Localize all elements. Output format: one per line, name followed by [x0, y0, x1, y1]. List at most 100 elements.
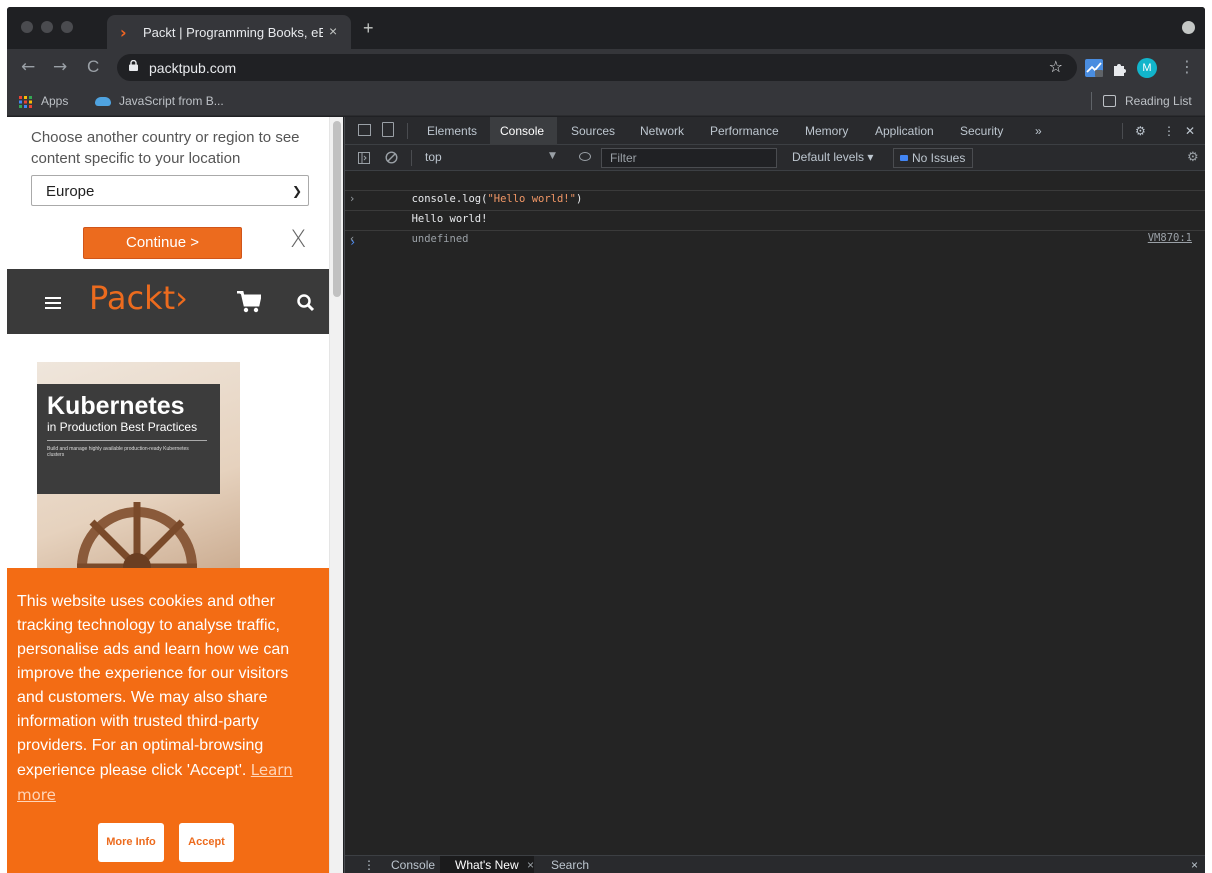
console-output: › console.log("Hello world!") Hello world… — [345, 171, 1205, 855]
issues-label: No Issues — [912, 151, 966, 165]
packt-favicon: › — [120, 23, 127, 42]
issues-message-icon — [900, 155, 908, 161]
apps-grid-icon[interactable] — [19, 96, 33, 108]
cart-icon[interactable] — [237, 291, 261, 313]
tab-elements[interactable]: Elements — [427, 124, 477, 138]
drawer-close-icon[interactable]: × — [1191, 858, 1198, 872]
region-select-value: Europe — [46, 183, 95, 200]
toolbar-divider — [1122, 123, 1123, 139]
issues-button[interactable]: No Issues — [893, 148, 973, 168]
source-link[interactable]: VM870:1 — [1148, 229, 1192, 248]
device-toolbar-icon[interactable] — [382, 122, 394, 137]
book-cover[interactable]: Kubernetes in Production Best Practices … — [37, 362, 240, 582]
tab-close-icon[interactable]: × — [329, 23, 337, 39]
drawer-menu-icon[interactable]: ⋮ — [363, 858, 375, 872]
new-tab-button[interactable]: + — [363, 18, 374, 39]
hamburger-menu-icon[interactable] — [45, 297, 61, 309]
book-title: Kubernetes — [47, 392, 185, 420]
drawer-tab-whats-new[interactable]: What's New — [455, 858, 519, 872]
more-info-button[interactable]: More Info — [98, 823, 164, 862]
cookie-message-text: This website uses cookies and other trac… — [17, 593, 290, 779]
cookie-message: This website uses cookies and other trac… — [17, 590, 317, 808]
drawer-tab-console[interactable]: Console — [391, 858, 435, 872]
cookie-banner: This website uses cookies and other trac… — [7, 568, 329, 873]
web-page: Choose another country or region to see … — [7, 117, 343, 873]
console-toolbar: top ▼ Filter Default levels ▾ No Issues … — [345, 145, 1205, 171]
console-settings-gear-icon[interactable]: ⚙ — [1187, 150, 1199, 165]
region-close-button[interactable]: X — [290, 225, 306, 253]
bookmark-star-icon[interactable]: ☆ — [1049, 57, 1063, 76]
accept-button[interactable]: Accept — [179, 823, 234, 862]
log-levels-dropdown[interactable]: Default levels ▾ — [792, 150, 873, 164]
maximize-window-button[interactable] — [61, 21, 73, 33]
book-divider — [47, 440, 207, 441]
console-filter-input[interactable]: Filter — [601, 148, 777, 168]
tab-sources[interactable]: Sources — [571, 124, 615, 138]
context-select[interactable]: top — [425, 150, 442, 164]
toolbar-divider — [411, 150, 412, 166]
search-icon[interactable] — [297, 294, 315, 312]
tab-network[interactable]: Network — [640, 124, 684, 138]
cloud-icon — [95, 97, 111, 106]
tab-memory[interactable]: Memory — [805, 124, 848, 138]
drawer-tab-close-icon[interactable]: × — [527, 858, 534, 872]
region-prompt: Choose another country or region to see … — [31, 129, 300, 167]
bookmark-apps[interactable]: Apps — [41, 94, 68, 108]
tab-console[interactable]: Console — [500, 124, 544, 138]
url-text: packtpub.com — [149, 60, 237, 76]
console-prompt[interactable]: › — [349, 235, 356, 249]
scrollbar-thumb[interactable] — [333, 121, 341, 297]
tab-search-icon[interactable] — [1182, 21, 1195, 34]
extensions-puzzle-icon[interactable] — [1111, 59, 1129, 77]
more-tabs-button[interactable]: » — [1035, 124, 1042, 138]
reading-list-button[interactable]: Reading List — [1125, 94, 1192, 108]
chevron-down-icon: ❯ — [291, 184, 302, 198]
bookmark-javascript[interactable]: JavaScript from B... — [119, 94, 224, 108]
continue-button[interactable]: Continue > — [83, 227, 242, 259]
toolbar-divider — [407, 123, 408, 139]
console-input-line: › console.log("Hello world!") — [345, 171, 1205, 205]
profile-avatar[interactable]: M — [1137, 58, 1157, 78]
chart-extension-icon[interactable] — [1085, 59, 1103, 77]
drawer-tab-search[interactable]: Search — [551, 858, 589, 872]
close-window-button[interactable] — [21, 21, 33, 33]
back-button[interactable]: ← — [21, 57, 35, 77]
book-description: Build and manage highly available produc… — [47, 446, 189, 458]
site-header: Packt› — [7, 269, 329, 334]
devtools-menu-icon[interactable]: ⋮ — [1163, 124, 1175, 138]
tab-strip: › Packt | Programming Books, eBooks & Vi… — [7, 7, 1205, 49]
minimize-window-button[interactable] — [41, 21, 53, 33]
tab-performance[interactable]: Performance — [710, 124, 779, 138]
devtools-panel: Elements Console Sources Network Perform… — [344, 117, 1205, 873]
inspect-element-icon[interactable] — [358, 124, 371, 136]
tab-application[interactable]: Application — [875, 124, 934, 138]
lock-icon — [129, 60, 138, 71]
reload-button[interactable]: C — [87, 57, 99, 77]
sidebar-toggle-icon[interactable] — [358, 152, 370, 164]
region-select[interactable]: Europe ❯ — [31, 175, 309, 206]
devtools-close-icon[interactable]: ✕ — [1185, 124, 1195, 138]
tab-security[interactable]: Security — [960, 124, 1003, 138]
page-scrollbar[interactable] — [329, 117, 343, 873]
reading-list-icon[interactable] — [1103, 95, 1116, 107]
devtools-tab-bar: Elements Console Sources Network Perform… — [345, 117, 1205, 145]
console-log-line: Hello world! VM870:1 — [345, 191, 1205, 244]
devtools-drawer: ⋮ Console What's New × Search × — [345, 855, 1205, 873]
forward-button[interactable]: → — [53, 57, 67, 77]
address-bar[interactable]: packtpub.com ☆ — [117, 54, 1077, 81]
chevron-down-icon: ▼ — [549, 151, 556, 161]
browser-toolbar: ← → C packtpub.com ☆ M ⋮ — [7, 49, 1205, 86]
console-return-value: undefined — [411, 233, 469, 245]
settings-gear-icon[interactable]: ⚙ — [1135, 124, 1146, 138]
book-subtitle: in Production Best Practices — [47, 420, 198, 434]
tab-title: Packt | Programming Books, eBooks & Vide… — [143, 25, 323, 40]
bookmarks-divider — [1091, 92, 1092, 110]
browser-window: › Packt | Programming Books, eBooks & Vi… — [7, 7, 1205, 873]
clear-console-icon[interactable] — [385, 151, 398, 164]
bookmarks-bar: Apps JavaScript from B... Reading List — [7, 86, 1205, 116]
packt-logo[interactable]: Packt› — [89, 279, 188, 317]
console-return-line: ‹ undefined — [345, 211, 1205, 245]
live-expression-eye-icon[interactable] — [579, 152, 591, 161]
browser-tab[interactable]: › Packt | Programming Books, eBooks & Vi… — [107, 15, 351, 49]
browser-menu-icon[interactable]: ⋮ — [1179, 57, 1195, 76]
